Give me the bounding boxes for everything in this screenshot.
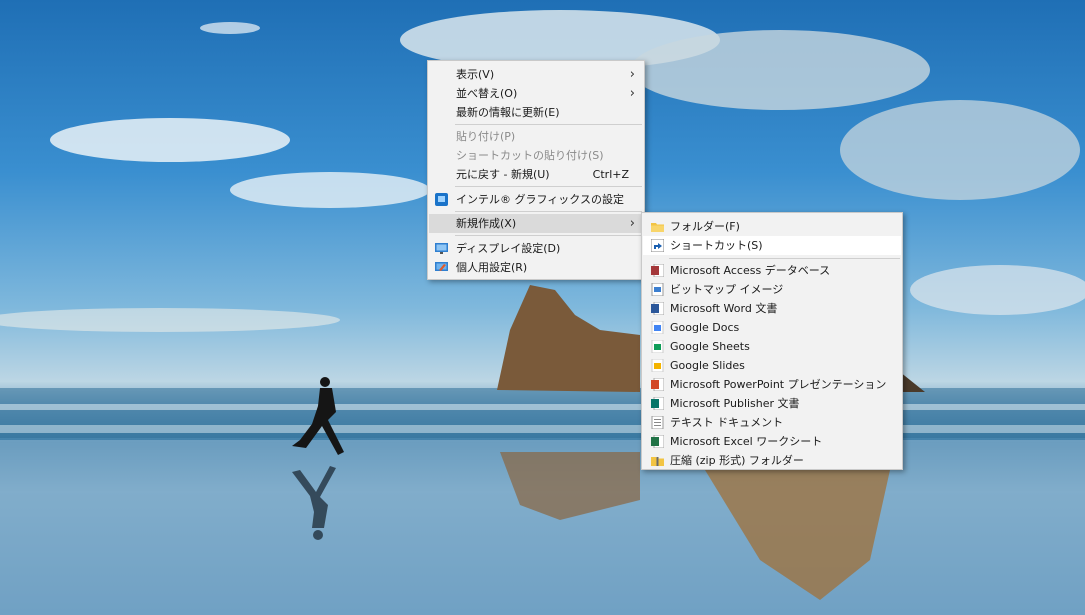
menu-item-refresh[interactable]: 最新の情報に更新(E) [429, 103, 643, 122]
submenu-item-powerpoint[interactable]: Microsoft PowerPoint プレゼンテーション [643, 375, 901, 394]
publisher-icon [651, 397, 664, 410]
word-icon [651, 302, 664, 315]
menu-item-intel-graphics[interactable]: インテル® グラフィックスの設定 [429, 190, 643, 209]
context-menu: 表示(V) › 並べ替え(O) › 最新の情報に更新(E) 貼り付け(P) ショ… [427, 60, 645, 280]
menu-item-label: Microsoft Word 文書 [670, 302, 778, 315]
submenu-item-excel[interactable]: Microsoft Excel ワークシート [643, 432, 901, 451]
chevron-right-icon: › [629, 86, 635, 101]
bitmap-icon [651, 283, 664, 296]
menu-item-view[interactable]: 表示(V) › [429, 65, 643, 84]
zip-folder-icon [651, 457, 664, 466]
personalize-icon [435, 262, 448, 271]
menu-item-label: Microsoft PowerPoint プレゼンテーション [670, 378, 887, 391]
menu-item-label: 並べ替え(O) [456, 87, 518, 100]
menu-item-label: 新規作成(X) [456, 217, 517, 230]
menu-separator [455, 186, 642, 187]
menu-separator [455, 235, 642, 236]
menu-item-label: 元に戻す - 新規(U) [456, 168, 550, 181]
google-slides-icon [651, 359, 664, 372]
submenu-item-google-sheets[interactable]: Google Sheets [643, 337, 901, 356]
menu-separator [455, 211, 642, 212]
menu-item-label: Google Sheets [670, 340, 750, 353]
menu-item-label: ショートカットの貼り付け(S) [456, 149, 604, 162]
powerpoint-icon [651, 378, 664, 391]
menu-item-label: 表示(V) [456, 68, 495, 81]
menu-item-label: Microsoft Access データベース [670, 264, 831, 277]
menu-item-label: 個人用設定(R) [456, 261, 528, 274]
submenu-item-text-document[interactable]: テキスト ドキュメント [643, 413, 901, 432]
menu-item-label: Microsoft Publisher 文書 [670, 397, 800, 410]
menu-item-label: 圧縮 (zip 形式) フォルダー [670, 454, 804, 467]
folder-icon [651, 223, 664, 232]
google-docs-icon [651, 321, 664, 334]
shortcut-icon [651, 239, 664, 252]
menu-item-label: テキスト ドキュメント [670, 416, 784, 429]
display-settings-icon [435, 243, 448, 254]
submenu-item-bitmap[interactable]: ビットマップ イメージ [643, 280, 901, 299]
menu-separator [455, 124, 642, 125]
menu-item-label: ディスプレイ設定(D) [456, 242, 561, 255]
submenu-item-google-docs[interactable]: Google Docs [643, 318, 901, 337]
menu-item-paste-shortcut[interactable]: ショートカットの貼り付け(S) [429, 146, 643, 165]
menu-item-sort-by[interactable]: 並べ替え(O) › [429, 84, 643, 103]
menu-item-display-settings[interactable]: ディスプレイ設定(D) [429, 239, 643, 258]
submenu-item-shortcut[interactable]: ショートカット(S) [643, 236, 901, 255]
menu-item-label: Google Slides [670, 359, 745, 372]
text-document-icon [651, 416, 664, 429]
menu-item-personalize[interactable]: 個人用設定(R) [429, 258, 643, 277]
excel-icon [651, 435, 664, 448]
submenu-item-access[interactable]: Microsoft Access データベース [643, 261, 901, 280]
menu-item-undo-new[interactable]: 元に戻す - 新規(U) Ctrl+Z [429, 165, 643, 184]
submenu-item-publisher[interactable]: Microsoft Publisher 文書 [643, 394, 901, 413]
submenu-item-google-slides[interactable]: Google Slides [643, 356, 901, 375]
access-icon [651, 264, 664, 277]
menu-item-paste[interactable]: 貼り付け(P) [429, 127, 643, 146]
menu-item-label: Google Docs [670, 321, 740, 334]
shortcut-text: Ctrl+Z [592, 168, 629, 181]
google-sheets-icon [651, 340, 664, 353]
menu-item-label: ビットマップ イメージ [670, 283, 784, 296]
menu-item-new[interactable]: 新規作成(X) › [429, 214, 643, 233]
menu-item-label: 貼り付け(P) [456, 130, 516, 143]
menu-separator [669, 258, 900, 259]
menu-item-label: ショートカット(S) [670, 239, 763, 252]
new-submenu: フォルダー(F) ショートカット(S) Microsoft Access データ… [641, 212, 903, 470]
menu-item-label: Microsoft Excel ワークシート [670, 435, 823, 448]
intel-graphics-icon [435, 193, 448, 206]
chevron-right-icon: › [629, 216, 635, 231]
menu-item-label: インテル® グラフィックスの設定 [456, 193, 624, 206]
submenu-item-folder[interactable]: フォルダー(F) [643, 217, 901, 236]
menu-item-label: 最新の情報に更新(E) [456, 106, 560, 119]
menu-item-label: フォルダー(F) [670, 220, 740, 233]
submenu-item-zip-folder[interactable]: 圧縮 (zip 形式) フォルダー [643, 451, 901, 470]
submenu-item-word[interactable]: Microsoft Word 文書 [643, 299, 901, 318]
chevron-right-icon: › [629, 67, 635, 82]
